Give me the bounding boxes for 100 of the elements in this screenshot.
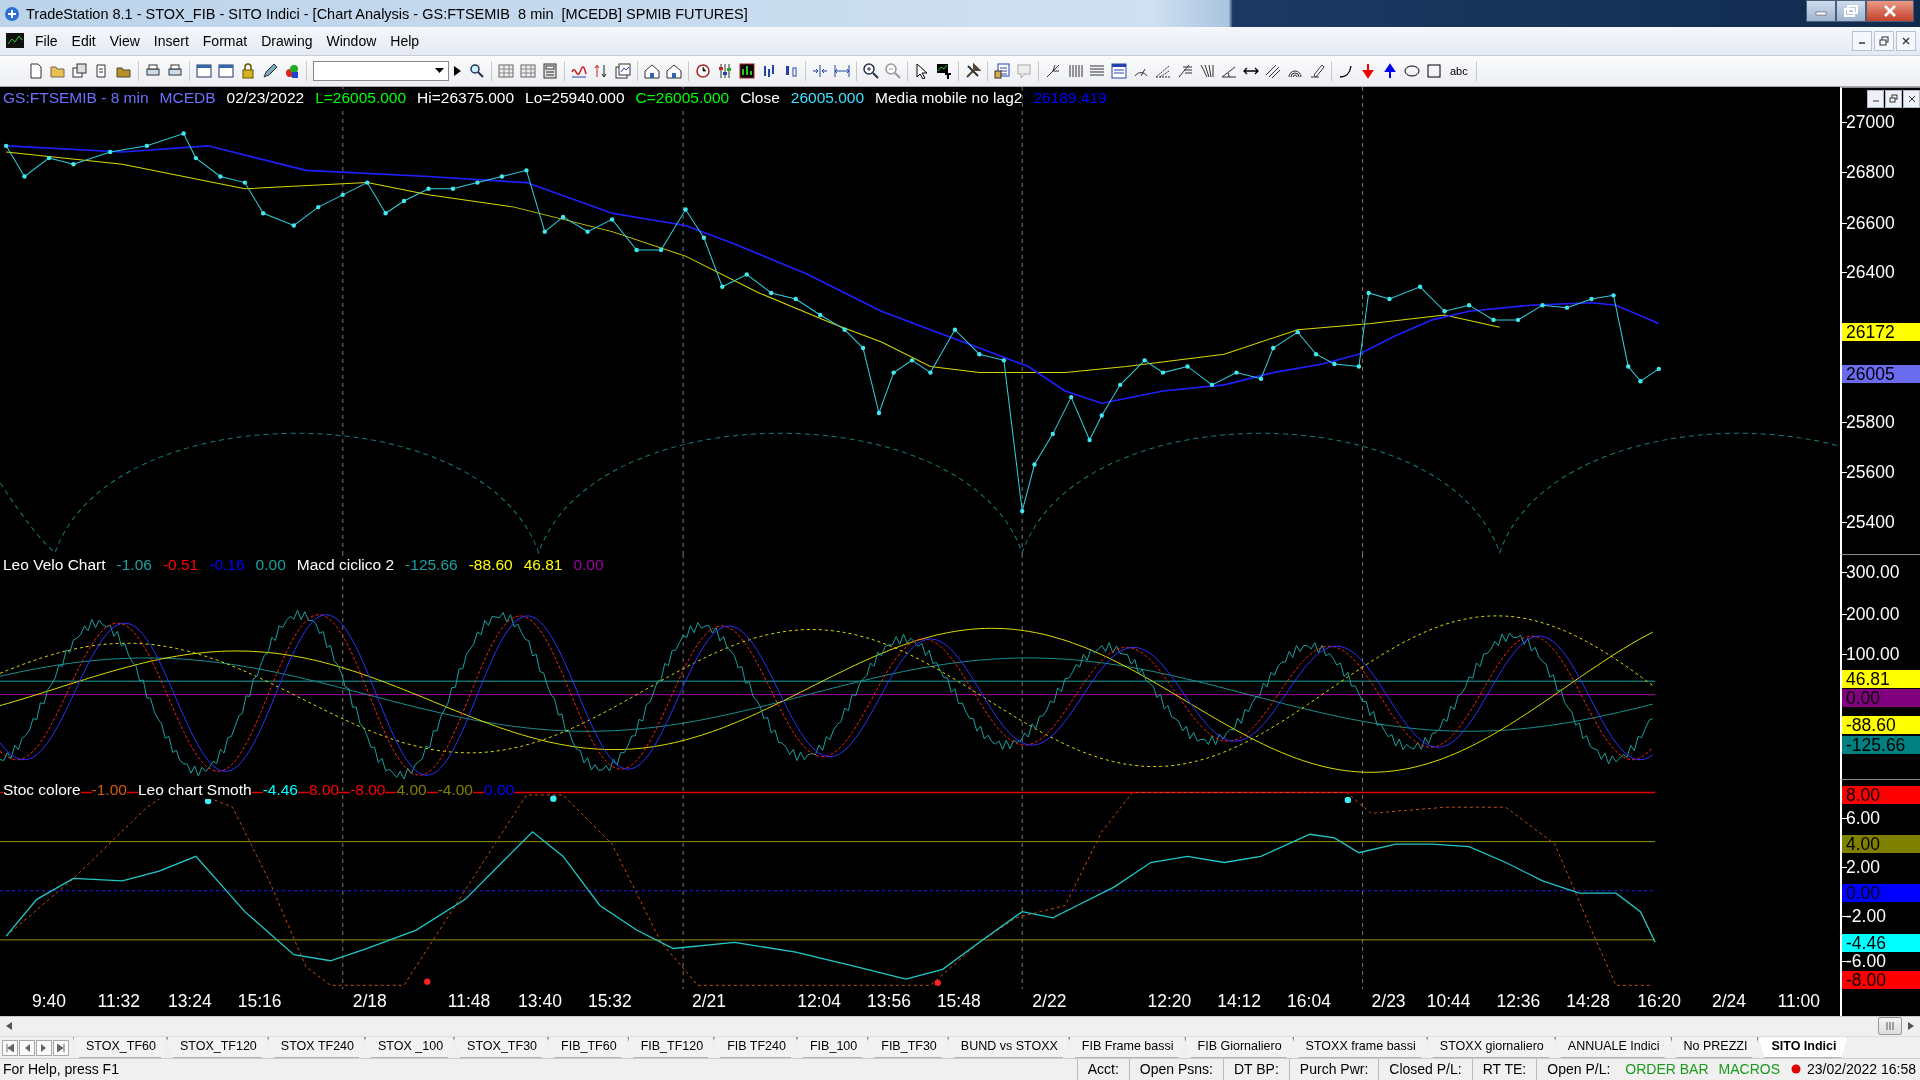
workspace-tab[interactable]: FIB_TF30 [868, 1037, 948, 1058]
chart-windows-icon[interactable] [615, 62, 631, 79]
zoom-in-icon[interactable] [863, 62, 879, 79]
calculator-icon[interactable] [542, 62, 558, 79]
workspace-tab[interactable]: No PREZZI [1670, 1037, 1759, 1058]
menu-item[interactable]: Drawing [254, 29, 320, 52]
status-datetime: 23/02/2022 16:58 [1807, 1061, 1917, 1078]
window-icon[interactable] [218, 62, 234, 79]
status-field: Open Psns: [1128, 1058, 1223, 1080]
next-tab-button[interactable] [36, 1040, 52, 1057]
workspace-tab[interactable]: FIB Giornaliero [1184, 1037, 1293, 1058]
magnifier-icon[interactable] [469, 62, 485, 79]
workspace-tab[interactable]: FIB Frame bassi [1068, 1037, 1185, 1058]
cursor-icon[interactable] [914, 62, 930, 79]
restore-icon [1844, 5, 1858, 17]
bars-icon[interactable] [761, 62, 777, 79]
axis-label: 15:48 [936, 990, 981, 1012]
grid-icon[interactable] [520, 62, 536, 79]
workspace-tab[interactable]: STOX_TF60 [73, 1037, 167, 1058]
workspace-tab[interactable]: BUND vs STOXX [947, 1037, 1069, 1058]
insert-list-icon[interactable] [994, 62, 1010, 79]
fork-line-icon[interactable] [1045, 62, 1061, 79]
legend-label: Media mobile no lag2 [875, 88, 1023, 107]
workspace-tab[interactable]: FIB_TF60 [548, 1037, 628, 1058]
vertical-lines-icon[interactable] [1067, 62, 1083, 79]
close-button[interactable] [1903, 89, 1920, 108]
new-document-icon[interactable] [28, 62, 44, 79]
zoom-out-icon[interactable] [885, 62, 901, 79]
axis-label: 11:32 [97, 990, 140, 1012]
first-tab-button[interactable] [2, 1040, 18, 1057]
last-tab-button[interactable] [53, 1040, 69, 1057]
stacked-documents-icon[interactable] [72, 62, 88, 79]
printer-icon[interactable] [167, 62, 183, 79]
price-marker: 46.81 [1842, 669, 1920, 688]
scroll-thumb[interactable] [1878, 1017, 1902, 1036]
axis-label: 13:56 [867, 990, 911, 1012]
ellipse-icon[interactable] [1404, 62, 1420, 79]
chart-text-icon[interactable] [936, 62, 952, 79]
text-tool-button[interactable]: abc [1448, 64, 1470, 77]
compress-icon[interactable] [812, 62, 828, 79]
house-icon[interactable] [666, 62, 682, 79]
play-icon[interactable] [453, 65, 461, 76]
workspace-tab[interactable]: STOX TF240 [267, 1037, 365, 1058]
shapes-icon[interactable] [284, 62, 300, 79]
grip-icon [1886, 1022, 1894, 1031]
pencil-icon[interactable] [262, 62, 278, 79]
axis-label: 2/18 [352, 990, 387, 1012]
workspace-tab[interactable]: ANNUALE Indici [1554, 1037, 1671, 1058]
list-window-icon[interactable] [1111, 62, 1127, 79]
lock-icon[interactable] [240, 62, 256, 79]
printer-icon[interactable] [145, 62, 161, 79]
fan-lines-icon[interactable] [1199, 62, 1215, 79]
grid-icon[interactable] [498, 62, 514, 79]
up-arrow-icon[interactable] [1382, 62, 1398, 79]
menu-item[interactable]: Window [319, 29, 384, 52]
workspace-tab[interactable]: STOX _100 [365, 1037, 455, 1058]
workspace-tab[interactable]: FIB_TF120 [627, 1037, 715, 1058]
pen-icon[interactable] [1309, 62, 1325, 79]
workspace-tab[interactable]: STOX_TF30 [454, 1037, 549, 1058]
expand-icon[interactable] [834, 62, 850, 79]
close-button[interactable] [1896, 30, 1916, 51]
menu-item[interactable]: Insert [146, 29, 196, 52]
menu-item[interactable]: Edit [64, 29, 103, 52]
menu-item[interactable]: Help [383, 29, 427, 52]
restore-button[interactable] [1885, 89, 1902, 108]
rectangle-icon[interactable] [1426, 62, 1442, 79]
workspace-tab[interactable]: FIB TF240 [714, 1037, 797, 1058]
right-triangle-icon [40, 1044, 48, 1053]
arrows-icon[interactable] [593, 62, 609, 79]
clock-icon[interactable] [695, 62, 711, 79]
workspace-tab[interactable]: STOXX giornaliero [1426, 1037, 1555, 1058]
price-marker: 8.00 [1842, 785, 1920, 804]
status-field: Open P/L: [1536, 1058, 1621, 1080]
menu-item[interactable]: File [28, 29, 65, 52]
window-icon[interactable] [196, 62, 212, 79]
down-arrow-icon[interactable] [1360, 62, 1376, 79]
minimize-button[interactable] [1867, 89, 1884, 108]
house-icon[interactable] [644, 62, 660, 79]
menu-item[interactable]: View [102, 29, 147, 52]
status-text: For Help, press F1 [2, 1061, 119, 1078]
axis-label: -2.00 [1846, 906, 1886, 925]
step-lines-icon[interactable] [1177, 62, 1193, 79]
bar-chart-icon[interactable] [739, 62, 755, 79]
horizontal-lines-icon[interactable] [1089, 62, 1105, 79]
workspace-tab[interactable]: FIB_100 [797, 1037, 869, 1058]
status-field: DT BP: [1222, 1058, 1289, 1080]
workspace-tab[interactable]: STOX_TF120 [166, 1037, 268, 1058]
tools-icon[interactable] [965, 62, 981, 79]
status-field: Purch Pwr: [1288, 1058, 1379, 1080]
workspace-tab[interactable]: STOXX frame bassi [1292, 1037, 1427, 1058]
maximize-button[interactable] [1836, 0, 1866, 22]
axis-label: 2/22 [1032, 990, 1067, 1012]
axis-label: 15:32 [587, 990, 632, 1012]
parallel-lines-icon[interactable] [1265, 62, 1281, 79]
menu-item[interactable]: Format [195, 29, 255, 52]
close-button[interactable] [1866, 0, 1914, 22]
axis-label: 2/21 [691, 990, 726, 1012]
workspace-tab[interactable]: SITO Indici [1758, 1037, 1848, 1058]
previous-tab-button[interactable] [19, 1040, 35, 1057]
sliders-icon[interactable] [717, 62, 733, 79]
